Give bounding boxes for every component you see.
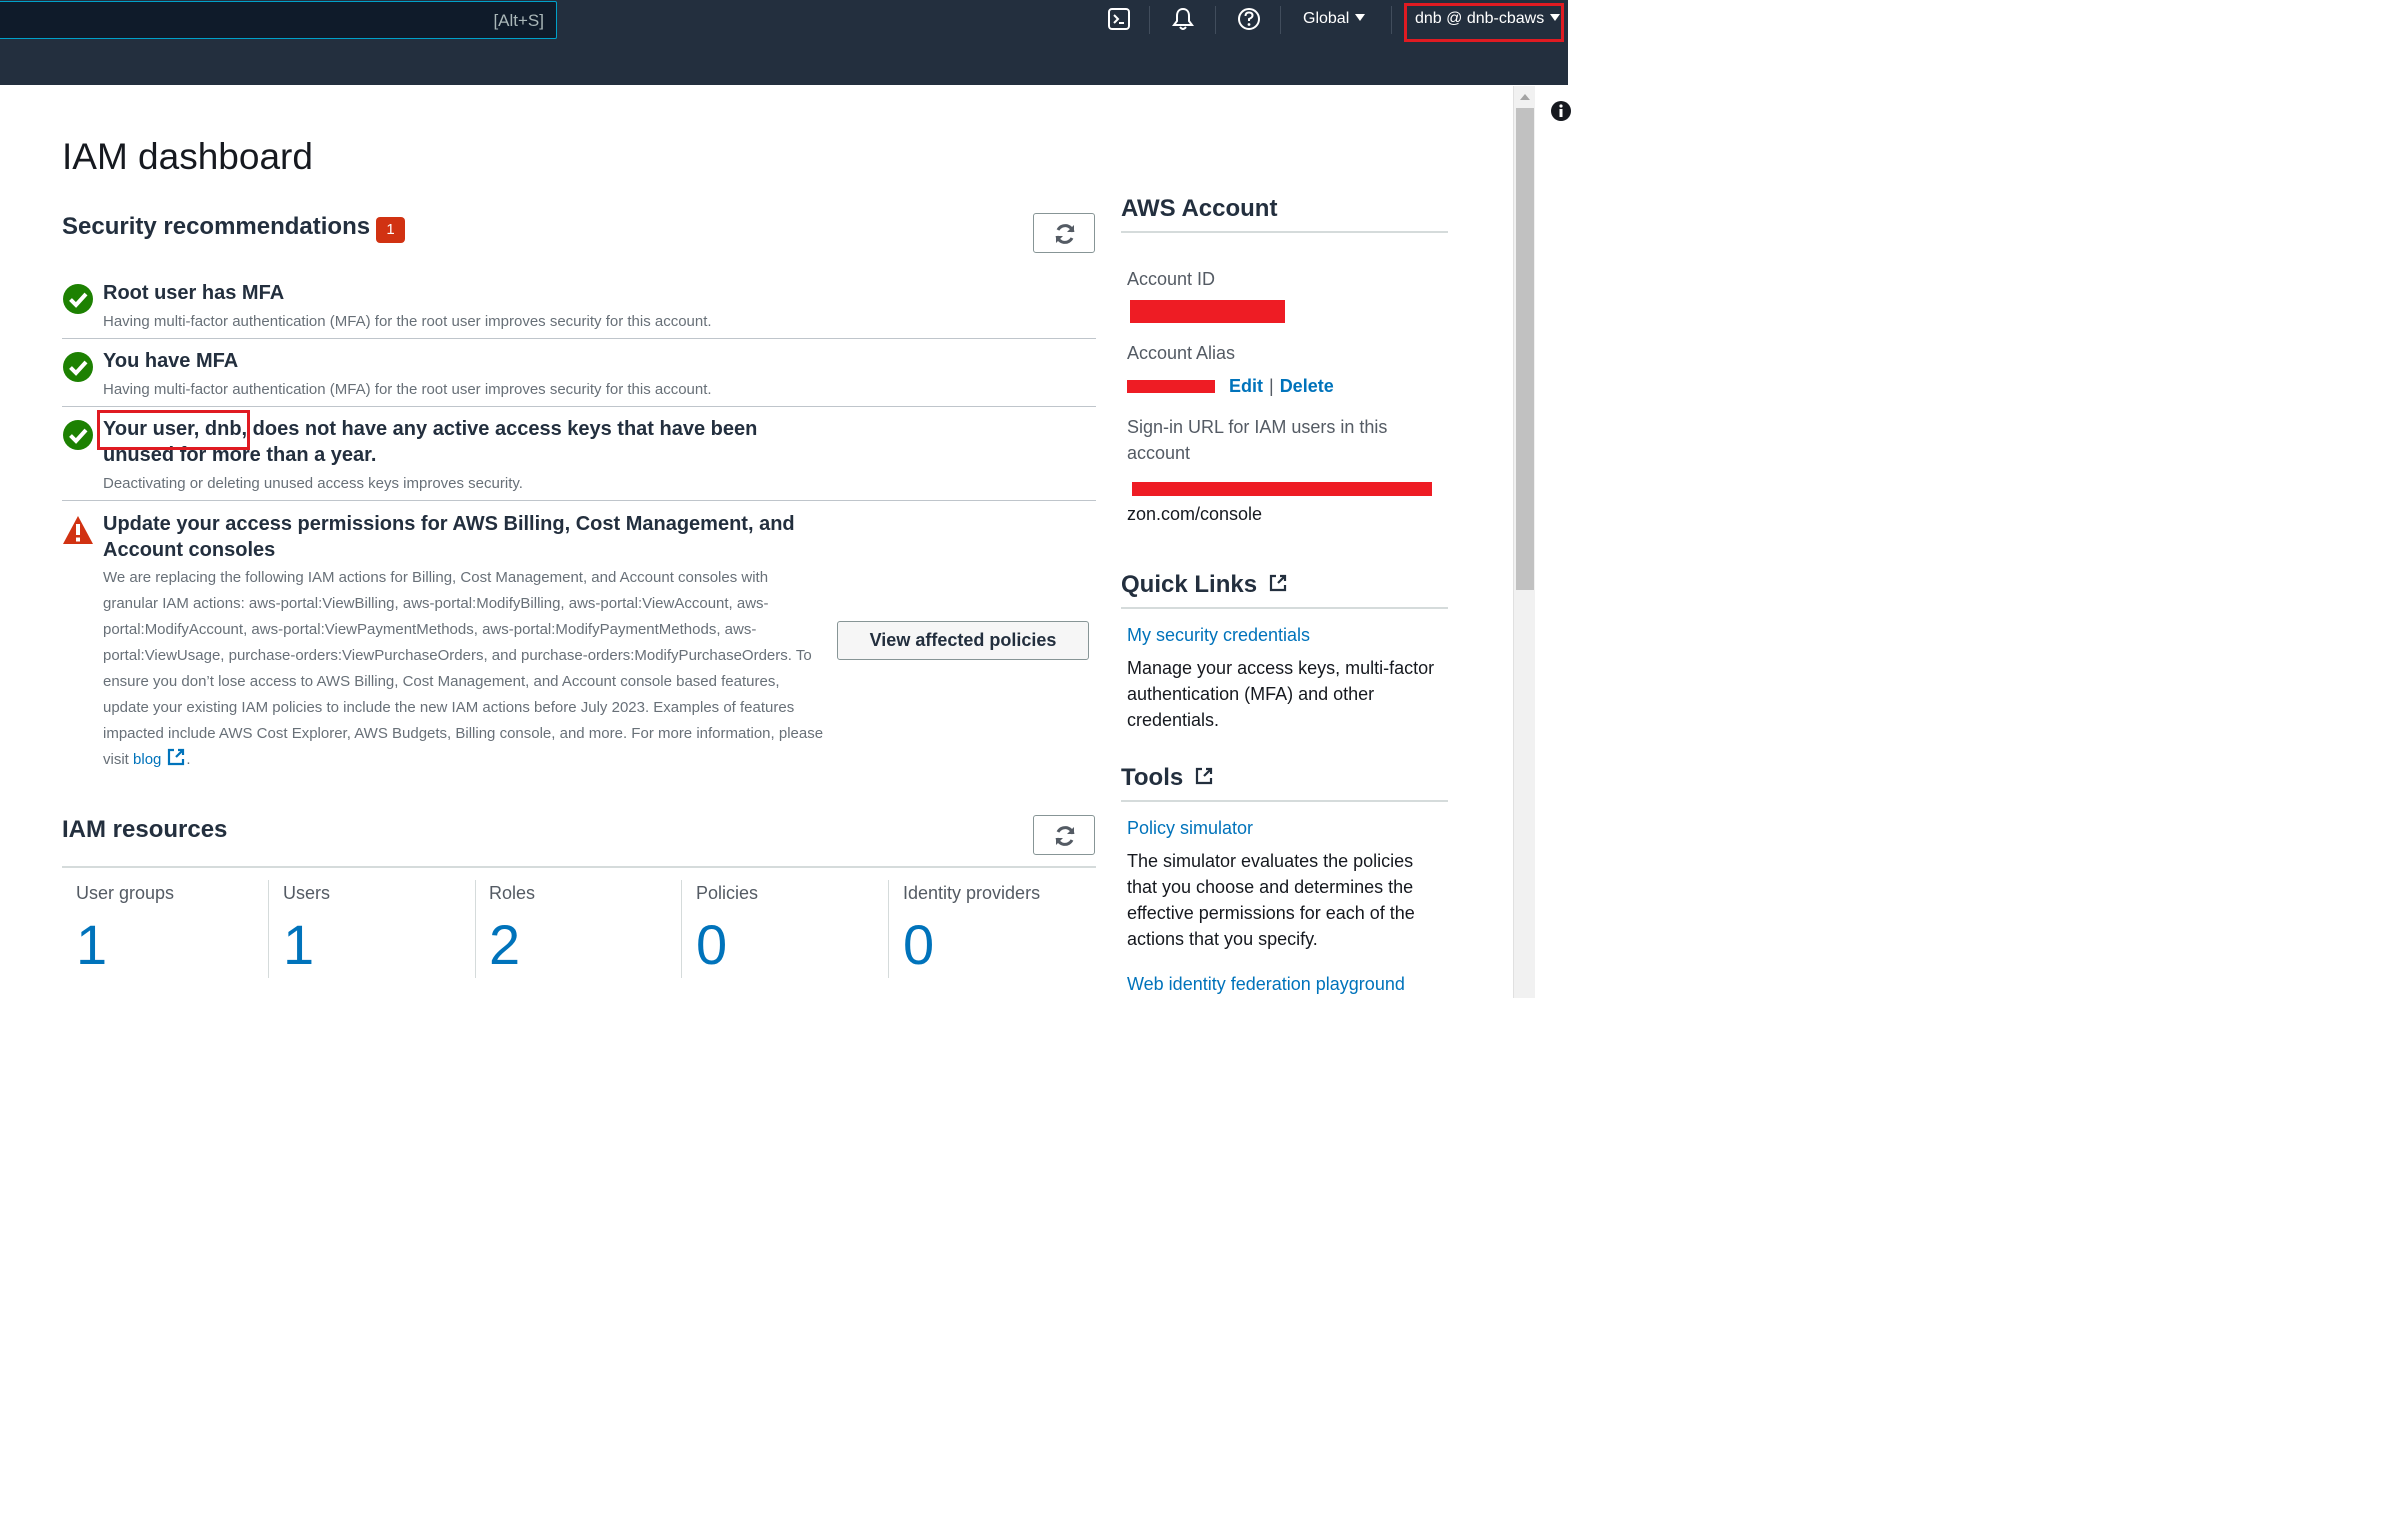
- bell-icon[interactable]: [1170, 6, 1196, 32]
- blog-link[interactable]: blog: [133, 748, 186, 768]
- page-title: IAM dashboard: [62, 136, 313, 177]
- warning-icon: [63, 516, 93, 544]
- annotation-box-username: [97, 410, 250, 450]
- resource-count[interactable]: 1: [76, 912, 107, 977]
- tools-description: The simulator evaluates the policies tha…: [1127, 851, 1415, 949]
- trailing-period: .: [186, 751, 191, 768]
- resource-label: User groups: [76, 883, 175, 903]
- resource-count[interactable]: 0: [903, 912, 934, 977]
- chevron-down-icon: [1355, 14, 1366, 21]
- delete-alias-link[interactable]: Delete: [1280, 376, 1334, 396]
- billing-update-text: We are replacing the following IAM actio…: [103, 569, 824, 768]
- recommendation-title: Root user has MFA: [103, 282, 285, 304]
- search-shortcut-hint: [Alt+S]: [493, 11, 544, 30]
- column-separator: [681, 880, 682, 978]
- resource-count[interactable]: 1: [283, 912, 314, 977]
- blog-link-label: blog: [133, 751, 162, 768]
- divider: [1121, 607, 1448, 609]
- resource-identity-providers[interactable]: Identity providers 0: [890, 880, 1096, 978]
- view-affected-policies-button[interactable]: View affected policies: [837, 621, 1089, 660]
- account-alias-label: Account Alias: [1127, 343, 1236, 363]
- region-selector[interactable]: Global: [1303, 10, 1366, 28]
- iam-resources-heading: IAM resources: [62, 816, 228, 843]
- check-circle-icon: [63, 420, 93, 450]
- my-security-credentials-link[interactable]: My security credentials: [1127, 625, 1310, 646]
- search-input[interactable]: [Alt+S]: [0, 1, 557, 39]
- aws-account-heading: AWS Account: [1121, 195, 1278, 222]
- nav-separator: [1391, 6, 1392, 34]
- signin-url-label: Sign-in URL for IAM users in this accoun…: [1127, 417, 1388, 463]
- quick-links-description: Manage your access keys, multi-factor au…: [1127, 658, 1435, 730]
- policy-simulator-link[interactable]: Policy simulator: [1127, 818, 1253, 839]
- resource-label: Users: [283, 883, 331, 903]
- top-navigation: [Alt+S] Global dnb @ dnb-cbaws: [0, 0, 1568, 85]
- resource-count[interactable]: 0: [696, 912, 727, 977]
- scrollbar[interactable]: [1513, 86, 1535, 998]
- refresh-icon: [1055, 826, 1075, 846]
- recommendation-description: Having multi-factor authentication (MFA)…: [103, 381, 712, 398]
- separator-pipe: |: [1269, 376, 1274, 396]
- column-separator: [888, 880, 889, 978]
- region-label: Global: [1303, 10, 1350, 27]
- quick-links-heading: Quick Links: [1121, 571, 1288, 599]
- resource-label: Policies: [696, 883, 759, 903]
- web-identity-federation-link[interactable]: Web identity federation playground: [1127, 974, 1405, 995]
- divider: [62, 338, 1096, 339]
- resource-label: Identity providers: [903, 883, 1041, 903]
- signin-url-tail[interactable]: zon.com/console: [1127, 501, 1262, 527]
- info-icon[interactable]: [1550, 100, 1572, 122]
- account-id-label: Account ID: [1127, 269, 1216, 289]
- tools-heading: Tools: [1121, 764, 1214, 792]
- scroll-up-arrow-icon[interactable]: [1520, 94, 1530, 100]
- redacted-account-alias: [1127, 380, 1215, 393]
- recommendation-item: Root user has MFA Having multi-factor au…: [62, 280, 1096, 338]
- recommendation-item: You have MFA Having multi-factor authent…: [62, 348, 1096, 406]
- external-link-icon: [1195, 767, 1212, 785]
- resource-policies[interactable]: Policies 0: [683, 880, 889, 978]
- recommendation-description: Deactivating or deleting unused access k…: [103, 475, 523, 492]
- nav-separator: [1149, 6, 1150, 34]
- cloudshell-icon[interactable]: [1106, 6, 1132, 32]
- divider: [62, 406, 1096, 407]
- quick-links-heading-label: Quick Links: [1121, 571, 1258, 598]
- nav-separator: [1215, 6, 1216, 34]
- refresh-icon: [1055, 224, 1075, 244]
- check-circle-icon: [63, 352, 93, 382]
- recommendation-description: Having multi-factor authentication (MFA)…: [103, 313, 712, 330]
- resource-label: Roles: [489, 883, 536, 903]
- recommendation-description: We are replacing the following IAM actio…: [103, 565, 825, 773]
- alias-actions: Edit | Delete: [1229, 376, 1334, 397]
- tools-heading-label: Tools: [1121, 764, 1184, 791]
- refresh-recommendations-button[interactable]: [1033, 213, 1095, 253]
- help-icon[interactable]: [1236, 6, 1262, 32]
- recommendations-count-badge: 1: [376, 217, 405, 243]
- annotation-box-user: [1404, 3, 1564, 42]
- divider: [1121, 231, 1448, 233]
- recommendation-title: Update your access permissions for AWS B…: [103, 513, 795, 561]
- resource-roles[interactable]: Roles 2: [476, 880, 682, 978]
- column-separator: [268, 880, 269, 978]
- resource-user-groups[interactable]: User groups 1: [63, 880, 269, 978]
- refresh-resources-button[interactable]: [1033, 815, 1095, 855]
- check-circle-icon: [63, 284, 93, 314]
- recommendation-title: You have MFA: [103, 350, 239, 372]
- redacted-account-id: [1130, 300, 1285, 323]
- external-link-icon: [168, 748, 185, 766]
- nav-separator: [1280, 6, 1281, 34]
- edit-alias-link[interactable]: Edit: [1229, 376, 1263, 396]
- security-recommendations-heading: Security recommendations: [62, 213, 371, 240]
- resource-count[interactable]: 2: [489, 912, 520, 977]
- divider: [62, 500, 1096, 501]
- redacted-signin-url: [1132, 482, 1432, 496]
- resource-users[interactable]: Users 1: [270, 880, 476, 978]
- divider: [1121, 800, 1448, 802]
- divider: [62, 866, 1096, 868]
- scroll-thumb[interactable]: [1516, 108, 1534, 590]
- external-link-icon: [1269, 574, 1286, 592]
